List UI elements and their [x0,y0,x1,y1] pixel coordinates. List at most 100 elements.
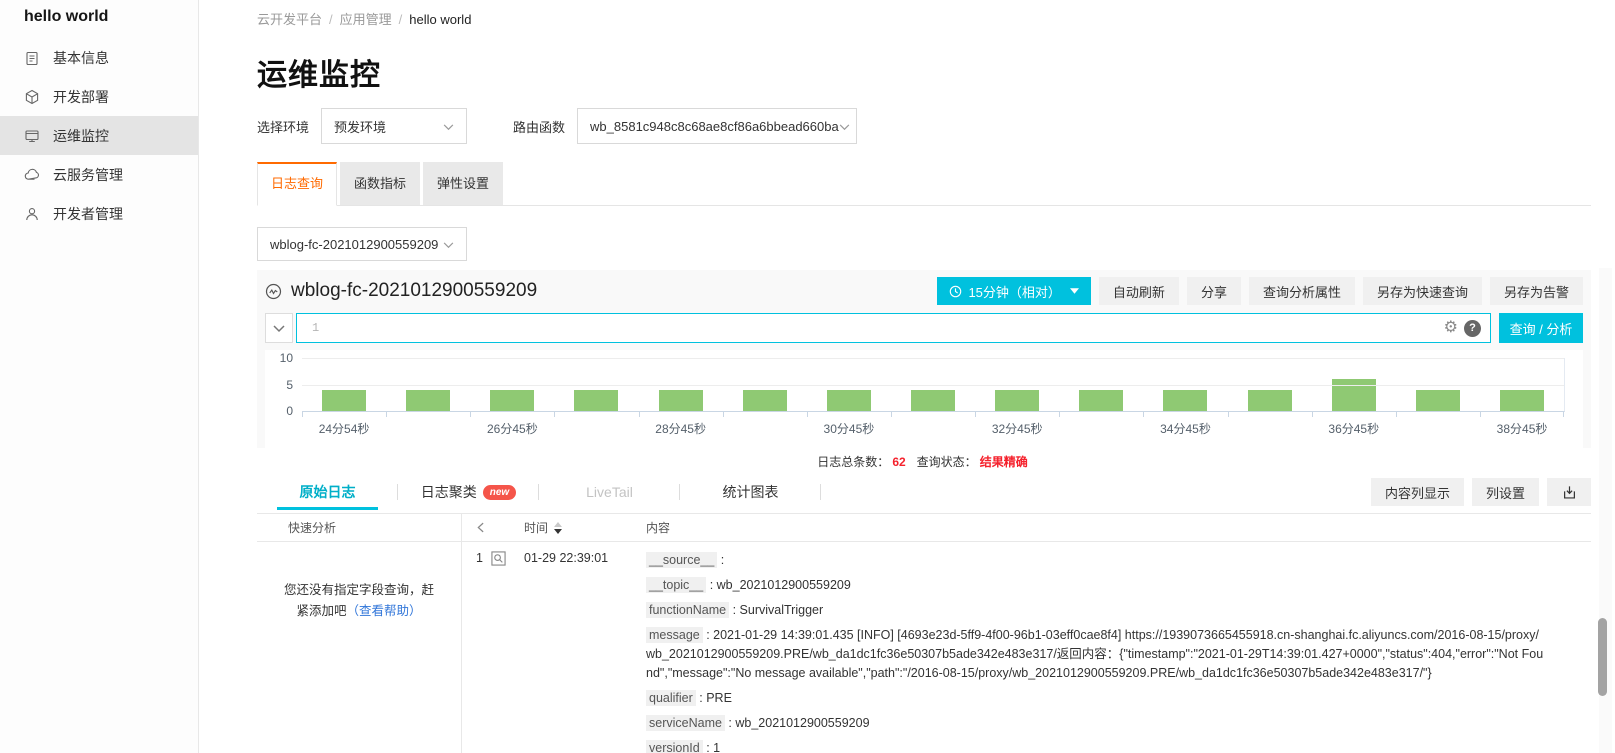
log-rows: 101-29 22:39:01__source__ : __topic__ : … [462,542,1591,753]
log-field-key: __topic__ [646,577,706,593]
log-field-key: versionId [646,740,703,753]
new-badge: new [483,485,516,500]
route-select-value: wb_8581c948c8c68ae8cf86a6bbead660ba [590,119,839,134]
main-tabs: 日志查询函数指标弹性设置 [257,162,1591,206]
env-select[interactable]: 预发环境 [321,108,467,144]
log-field-colon: : [729,603,739,617]
result-action-内容列显示[interactable]: 内容列显示 [1371,478,1464,506]
cloud-icon [24,167,40,183]
page-scrollbar-thumb[interactable] [1598,618,1607,696]
x-axis-tick [807,412,808,417]
breadcrumb-separator: / [399,12,403,27]
result-action-列设置[interactable]: 列设置 [1472,478,1539,506]
result-tab-label: 原始日志 [300,482,356,502]
x-axis-tick-label: 28分45秒 [655,420,706,437]
x-axis-tick-label: 24分54秒 [319,420,370,437]
x-axis-tick [1312,412,1313,417]
chart-bar [743,390,787,411]
result-tab-日志聚类[interactable]: 日志聚类 new [398,474,539,510]
log-field-colon: : [703,628,713,642]
log-field: __source__ : [646,551,1545,570]
chevron-down-icon [839,119,850,134]
help-icon[interactable]: ? [1464,320,1481,337]
sidebar-item-developer[interactable]: 开发者管理 [0,194,198,233]
query-collapse-button[interactable] [265,313,293,343]
action-button-查询分析属性[interactable]: 查询分析属性 [1249,277,1355,305]
chevron-down-icon [273,321,285,336]
log-field-colon: : [717,553,724,567]
time-range-button[interactable]: 15分钟（相对） [937,277,1090,305]
y-axis-tick-label: 0 [286,404,293,418]
sidebar-item-basic-info[interactable]: 基本信息 [0,38,198,77]
action-button-另存为告警[interactable]: 另存为告警 [1490,277,1583,305]
action-button-自动刷新[interactable]: 自动刷新 [1099,277,1179,305]
log-row-index-cell: 1 [462,551,524,753]
x-axis-tick-label: 36分45秒 [1328,420,1379,437]
document-icon [24,50,40,66]
route-function-select[interactable]: wb_8581c948c8c68ae8cf86a6bbead660ba [577,108,857,144]
result-tab-label: 日志聚类 [421,482,477,502]
x-axis-tick [1059,412,1060,417]
log-field: __topic__ : wb_2021012900559209 [646,576,1545,595]
x-axis-tick [386,412,387,417]
clock-icon [949,285,962,298]
sidebar-item-cloud-service[interactable]: 云服务管理 [0,155,198,194]
filter-row: 选择环境 预发环境 路由函数 wb_8581c948c8c68ae8cf86a6… [257,108,1591,144]
sort-desc-icon [554,529,562,534]
log-field-key: qualifier [646,690,696,706]
breadcrumb-link[interactable]: 云开发平台 [257,12,322,27]
result-tab-bar: 原始日志 日志聚类 new LiveTail统计图表 内容列显示列设置 [257,474,1591,510]
chart-bar [911,390,955,411]
result-tab-LiveTail[interactable]: LiveTail [539,474,680,510]
caret-down-icon [1070,288,1079,294]
chart-bar [1416,390,1460,411]
action-button-分享[interactable]: 分享 [1187,277,1241,305]
result-tab-原始日志[interactable]: 原始日志 [257,474,398,510]
breadcrumb: 云开发平台/应用管理/hello world [257,9,1591,27]
tab-日志查询[interactable]: 日志查询 [257,162,337,206]
query-input-wrap: 1 ⚙ ? [296,313,1491,343]
log-field-value: 2021-01-29 14:39:01.435 [INFO] [4693e23d… [646,628,1543,680]
package-icon [24,89,40,105]
chart-bar [1079,390,1123,411]
sidebar-item-label: 开发者管理 [53,204,123,224]
query-row: 1 ⚙ ? 查询 / 分析 [265,313,1583,343]
person-icon [24,206,40,222]
chart-bar [995,390,1039,411]
download-button[interactable] [1547,478,1591,506]
view-help-link[interactable]: （查看帮助） [347,604,422,618]
query-input[interactable] [331,314,1443,342]
total-count-value: 62 [892,455,905,469]
breadcrumb-link[interactable]: 应用管理 [340,12,392,27]
chevron-down-icon [443,237,454,252]
log-row: 101-29 22:39:01__source__ : __topic__ : … [462,542,1591,753]
search-analyze-button[interactable]: 查询 / 分析 [1499,313,1583,343]
x-axis-tick [1396,412,1397,417]
download-icon [1562,485,1577,500]
x-axis-tick [1143,412,1144,417]
tab-divider [820,484,821,500]
log-row-index: 1 [476,551,483,565]
action-button-另存为快速查询[interactable]: 另存为快速查询 [1363,277,1482,305]
collapse-left-icon[interactable] [462,522,524,533]
logstore-select-value: wblog-fc-2021012900559209 [270,237,438,252]
y-axis-tick-label: 10 [280,351,293,365]
result-tab-统计图表[interactable]: 统计图表 [680,474,821,510]
inspect-magnifier-icon[interactable] [491,551,506,566]
sidebar-item-deploy[interactable]: 开发部署 [0,77,198,116]
quick-analysis-empty: 您还没有指定字段查询，赶紧添加吧（查看帮助） [257,580,461,622]
gear-icon[interactable]: ⚙ [1444,320,1458,336]
logstore-select[interactable]: wblog-fc-2021012900559209 [257,227,467,261]
sidebar-item-label: 运维监控 [53,126,109,146]
time-column-header[interactable]: 时间 [524,519,646,536]
tab-函数指标[interactable]: 函数指标 [340,162,420,205]
chart-bar [1163,390,1207,411]
app-title: hello world [0,0,198,38]
log-field: qualifier : PRE [646,689,1545,708]
page-scrollbar-track[interactable] [1599,268,1612,753]
log-panel-header: wblog-fc-2021012900559209 15分钟（相对） 自动刷新分… [265,277,1583,305]
log-field-value: 1 [713,741,720,753]
x-axis-tick [1563,412,1564,417]
tab-弹性设置[interactable]: 弹性设置 [423,162,503,205]
sidebar-item-monitor[interactable]: 运维监控 [0,116,198,155]
